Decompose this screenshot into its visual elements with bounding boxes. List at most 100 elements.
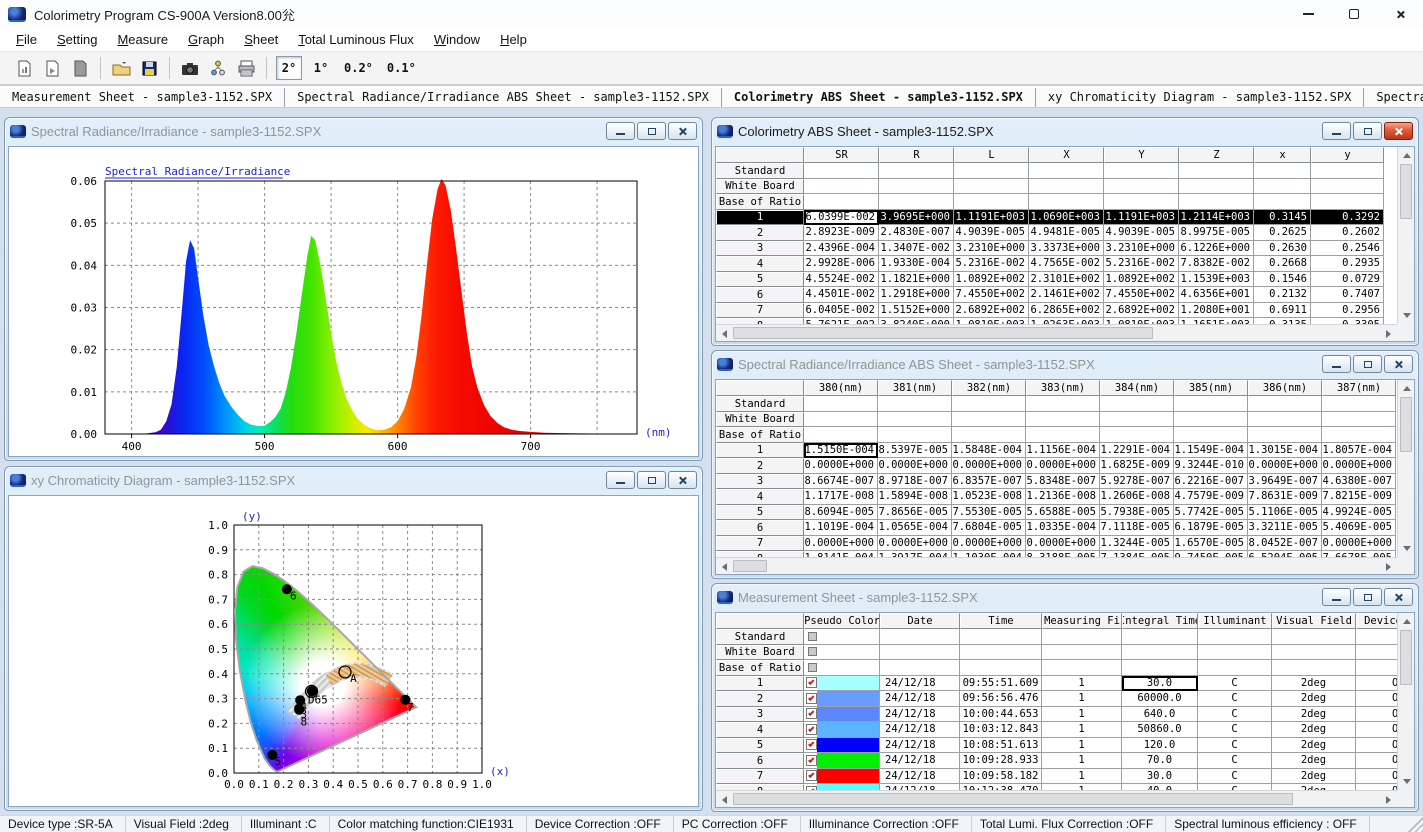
- window-titlebar[interactable]: xy Chromaticity Diagram - sample3-1152.S…: [5, 467, 702, 493]
- cell[interactable]: [804, 179, 879, 195]
- row-header[interactable]: White Board: [716, 179, 804, 195]
- row-header[interactable]: 3: [716, 474, 804, 490]
- cell[interactable]: [1198, 645, 1272, 661]
- cell[interactable]: 8.5397E-005: [878, 443, 952, 459]
- cell[interactable]: [954, 163, 1029, 179]
- cell[interactable]: 1.2291E-004: [1100, 443, 1174, 459]
- menu-item-window[interactable]: Window: [424, 29, 490, 50]
- window-measurement-sheet[interactable]: Measurement Sheet - sample3-1152.SPX Pse…: [711, 583, 1419, 812]
- cell[interactable]: 2deg: [1272, 722, 1356, 738]
- cell[interactable]: 0.0000E+000: [1026, 536, 1100, 552]
- cell[interactable]: 1.3015E-004: [1248, 443, 1322, 459]
- cell[interactable]: [880, 629, 960, 645]
- cell[interactable]: [1026, 427, 1100, 443]
- cell[interactable]: [879, 194, 954, 210]
- row-header[interactable]: 1: [716, 210, 804, 226]
- cell[interactable]: [804, 396, 878, 412]
- cell[interactable]: 5.7938E-005: [1100, 505, 1174, 521]
- cell[interactable]: 2.4830E-007: [879, 225, 954, 241]
- cell[interactable]: 24/12/18: [880, 769, 960, 785]
- cell[interactable]: [1356, 645, 1397, 661]
- cell[interactable]: 0.7407: [1311, 287, 1384, 303]
- cell[interactable]: 24/12/18: [880, 691, 960, 707]
- cell[interactable]: [1174, 412, 1248, 428]
- pseudo-color-cell[interactable]: [804, 645, 880, 661]
- row-header[interactable]: Standard: [716, 396, 804, 412]
- cell[interactable]: [1254, 179, 1311, 195]
- cell[interactable]: [1254, 163, 1311, 179]
- cell[interactable]: 5.6588E-005: [1026, 505, 1100, 521]
- scroll-left-button[interactable]: [716, 325, 733, 342]
- row-header[interactable]: 5: [716, 505, 804, 521]
- column-header[interactable]: Illuminant: [1198, 613, 1272, 629]
- cell[interactable]: [1198, 629, 1272, 645]
- cell[interactable]: 6.2216E-007: [1174, 474, 1248, 490]
- column-header[interactable]: Time: [960, 613, 1042, 629]
- tree-icon[interactable]: [205, 55, 231, 81]
- menu-item-measure[interactable]: Measure: [107, 29, 178, 50]
- vertical-scrollbar[interactable]: [1397, 147, 1414, 324]
- cell[interactable]: [1100, 412, 1174, 428]
- close-icon[interactable]: [1384, 122, 1413, 140]
- cell[interactable]: 0.0000E+000: [952, 536, 1026, 552]
- cell[interactable]: [952, 396, 1026, 412]
- cell[interactable]: 0.2668: [1254, 256, 1311, 272]
- scroll-up-button[interactable]: [1398, 613, 1415, 630]
- cell[interactable]: [1179, 179, 1254, 195]
- scroll-left-button[interactable]: [716, 791, 733, 808]
- window-titlebar[interactable]: Spectral Radiance/Irradiance - sample3-1…: [5, 118, 702, 144]
- cell[interactable]: 0.0000E+000: [1248, 458, 1322, 474]
- cell[interactable]: 0.2132: [1254, 287, 1311, 303]
- cell[interactable]: 30.0: [1122, 676, 1198, 692]
- cell[interactable]: 1: [1042, 691, 1122, 707]
- cell[interactable]: [1356, 629, 1397, 645]
- cell[interactable]: [1104, 163, 1179, 179]
- restore-button[interactable]: [1353, 122, 1382, 140]
- cell[interactable]: 0.0729: [1311, 272, 1384, 288]
- cell[interactable]: 1.1821E+000: [879, 272, 954, 288]
- horizontal-scrollbar[interactable]: [716, 557, 1397, 574]
- cell[interactable]: 0.3292: [1311, 210, 1384, 226]
- cell[interactable]: 5.8348E-007: [1026, 474, 1100, 490]
- cell[interactable]: 7.1118E-005: [1100, 520, 1174, 536]
- cell[interactable]: Off: [1356, 738, 1397, 754]
- cell[interactable]: 5.7742E-005: [1174, 505, 1248, 521]
- horizontal-scrollbar[interactable]: [716, 324, 1397, 341]
- cell[interactable]: [1311, 194, 1384, 210]
- cell[interactable]: 0.2546: [1311, 241, 1384, 257]
- corner-header[interactable]: [716, 380, 804, 396]
- cell[interactable]: 0.0000E+000: [1026, 458, 1100, 474]
- row-header[interactable]: Base of Ratio: [716, 427, 804, 443]
- cell[interactable]: 2.6892E+002: [1104, 303, 1179, 319]
- cell[interactable]: 24/12/18: [880, 707, 960, 723]
- visual-field-button-0.1deg[interactable]: 0.1°: [383, 56, 420, 80]
- scroll-left-button[interactable]: [716, 558, 733, 575]
- row-header[interactable]: 4: [716, 722, 804, 738]
- cell[interactable]: [1311, 179, 1384, 195]
- cell[interactable]: [804, 163, 879, 179]
- cell[interactable]: 7.8215E-009: [1322, 489, 1396, 505]
- cell[interactable]: 8.6674E-007: [804, 474, 878, 490]
- row-header[interactable]: 5: [716, 272, 804, 288]
- cell[interactable]: C: [1198, 722, 1272, 738]
- dark-doc-icon[interactable]: [67, 55, 93, 81]
- cell[interactable]: [878, 396, 952, 412]
- cell[interactable]: 0.0000E+000: [1322, 536, 1396, 552]
- row-header[interactable]: 6: [716, 287, 804, 303]
- column-header[interactable]: x: [1254, 147, 1311, 163]
- column-header[interactable]: 386(nm): [1248, 380, 1322, 396]
- row-header[interactable]: 3: [716, 241, 804, 257]
- cell[interactable]: 2.8923E-009: [804, 225, 879, 241]
- row-header[interactable]: 1: [716, 676, 804, 692]
- open-folder-icon[interactable]: [108, 55, 134, 81]
- cell[interactable]: 1: [1042, 738, 1122, 754]
- cell[interactable]: [1248, 427, 1322, 443]
- pseudo-color-cell[interactable]: [804, 722, 880, 738]
- menu-item-file[interactable]: File: [6, 29, 47, 50]
- column-header[interactable]: 385(nm): [1174, 380, 1248, 396]
- minimize-button[interactable]: [606, 471, 635, 489]
- cell[interactable]: 3.9695E+000: [879, 210, 954, 226]
- cell[interactable]: 4.9481E-005: [1029, 225, 1104, 241]
- restore-button[interactable]: [637, 471, 666, 489]
- cell[interactable]: 8.9975E-005: [1179, 225, 1254, 241]
